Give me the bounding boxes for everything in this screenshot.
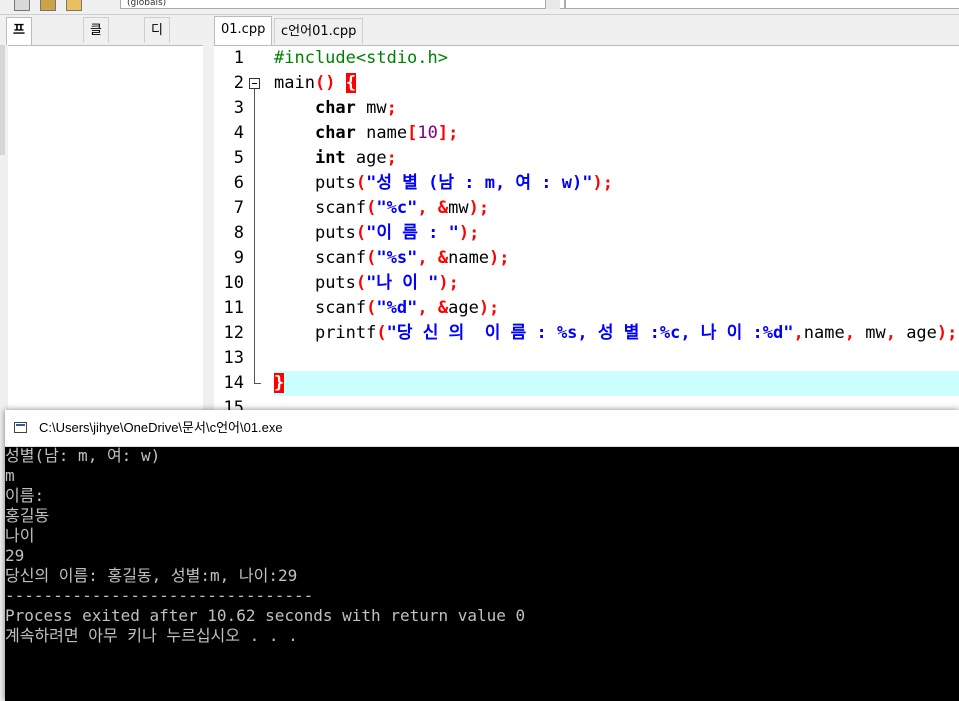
code-line-2: main() {: [274, 73, 356, 93]
code-line-7: scanf("%c", &mw);: [314, 198, 490, 218]
console-window-icon: [14, 422, 27, 433]
code-line-4: char name[10];: [314, 123, 459, 143]
line-number: 8: [233, 223, 244, 243]
console-window[interactable]: C:\Users\jihye\OneDrive\문서\c언어\01.exe 성별…: [5, 410, 959, 701]
toolbar-save-all-icon[interactable]: [66, 0, 82, 11]
toolbar-save-icon[interactable]: [40, 0, 56, 11]
current-line-highlight: [270, 371, 959, 396]
code-line-11: scanf("%d", &age);: [314, 298, 500, 318]
tab-classes[interactable]: 클래스: [83, 17, 109, 90]
line-number: 5: [233, 148, 244, 168]
console-titlebar[interactable]: C:\Users\jihye\OneDrive\문서\c언어\01.exe: [5, 410, 959, 447]
matched-brace-open: {: [345, 73, 356, 93]
line-number: 4: [233, 123, 244, 143]
tab-project[interactable]: 프로젝트: [6, 17, 32, 116]
line-number: 6: [233, 173, 244, 193]
line-number: 10: [223, 273, 244, 293]
code-line-3: char mw;: [314, 98, 397, 118]
line-number-gutter: 1 2 3 4 5 6 7 8 9 10 11 12 13 14 15: [214, 46, 274, 411]
code-line-12: printf("당 신 의 이 름 : %s, 성 별 :%c, 나 이 :%d…: [314, 323, 958, 343]
line-number: 12: [223, 323, 244, 343]
code-editor[interactable]: 1 2 3 4 5 6 7 8 9 10 11 12 13 14 15 #inc…: [214, 45, 959, 411]
fold-collapse-icon[interactable]: [249, 78, 260, 89]
matched-brace-close: }: [274, 373, 285, 393]
line-number: 3: [233, 98, 244, 118]
line-number: 11: [223, 298, 244, 318]
tab-01-cpp[interactable]: 01.cpp: [214, 16, 273, 45]
tab-debug[interactable]: 디버그: [144, 17, 170, 90]
scope-combo-dropdown-icon[interactable]: [545, 0, 560, 9]
code-line-1: #include<stdio.h>: [274, 48, 448, 68]
line-number: 9: [233, 248, 244, 268]
console-line: 계속하려면 아무 키나 누르십시오 . . .: [5, 626, 298, 645]
project-tree[interactable]: [8, 45, 203, 426]
function-combo[interactable]: [565, 0, 959, 9]
console-line: 나이: [5, 526, 35, 545]
project-panel: 프로젝트 클래스 디버그: [0, 15, 203, 426]
toolbar: (globals): [0, 0, 959, 15]
line-number: 15: [223, 398, 244, 411]
code-line-9: scanf("%s", &name);: [314, 248, 510, 268]
tab-c-language-01-cpp[interactable]: c언어01.cpp: [274, 18, 364, 44]
line-number: 1: [233, 48, 244, 68]
code-line-5: int age;: [314, 148, 397, 168]
scope-combo[interactable]: (globals): [120, 0, 565, 9]
console-line: Process exited after 10.62 seconds with …: [5, 606, 526, 625]
editor-area: 01.cpp c언어01.cpp 1 2 3 4 5 6 7 8 9 10 11…: [204, 15, 959, 411]
console-title: C:\Users\jihye\OneDrive\문서\c언어\01.exe: [39, 420, 283, 435]
code-line-6: puts("성 별 (남 : m, 여 : w)");: [314, 173, 613, 193]
code-line-10: puts("나 이 ");: [314, 273, 459, 293]
code-line-8: puts("이 름 : ");: [314, 223, 480, 243]
fold-guide: [254, 89, 255, 383]
console-line: 홍길동: [5, 506, 50, 525]
console-line: m: [5, 466, 15, 485]
console-line: 이름:: [5, 486, 45, 505]
console-output[interactable]: 성별(남: m, 여: w) m 이름: 홍길동 나이 29 당신의 이름: 홍…: [5, 446, 959, 701]
toolbar-open-icon[interactable]: [14, 0, 30, 11]
console-separator: --------------------------------: [5, 586, 314, 605]
console-line: 당신의 이름: 홍길동, 성별:m, 나이:29: [5, 566, 298, 585]
editor-tabs: 01.cpp c언어01.cpp: [204, 15, 959, 45]
line-number: 14: [223, 373, 244, 393]
line-number: 2: [233, 73, 244, 93]
line-number: 7: [233, 198, 244, 218]
line-number: 13: [223, 348, 244, 368]
console-line: 29: [5, 546, 25, 565]
code-line-14: }: [274, 371, 285, 396]
panel-scrollbar[interactable]: [0, 45, 5, 155]
console-line: 성별(남: m, 여: w): [5, 446, 161, 465]
fold-end-marker: [254, 383, 261, 384]
